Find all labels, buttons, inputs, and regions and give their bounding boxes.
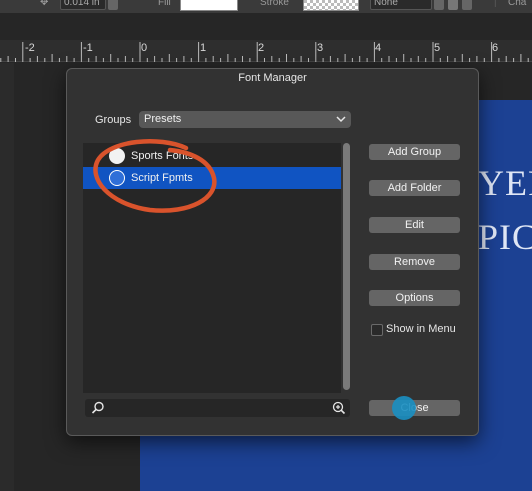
zoom-in-icon[interactable] [332,401,346,415]
pasteboard-edge [0,63,14,491]
stroke-extra-dropdown[interactable] [462,0,472,10]
document-text-line[interactable]: YER [478,162,532,204]
annotation-circle [93,139,217,213]
stroke-width-dropdown[interactable] [108,0,118,10]
dialog-title: Font Manager [238,72,307,84]
stroke-style-field[interactable]: None [370,0,432,10]
list-scrollbar[interactable] [343,143,351,393]
ruler-label: 5 [434,42,441,54]
ruler-label: 0 [141,42,148,54]
font-search-field[interactable] [85,399,350,417]
ruler-label: 6 [492,42,499,54]
properties-bar: ✥ 0.014 in Fill Stroke None | Cha [0,0,532,13]
fill-label: Fill [158,0,171,8]
groups-select[interactable]: Presets [139,111,351,128]
stroke-label: Stroke [260,0,289,8]
chevron-down-icon [336,116,346,123]
fill-swatch[interactable] [180,0,238,11]
options-button[interactable]: Options [369,290,460,306]
stroke-swatch[interactable] [303,0,359,11]
ruler-ticks [0,42,529,62]
stroke-width-field[interactable]: 0.014 in [60,0,106,10]
add-group-button[interactable]: Add Group [369,144,460,160]
ruler-label: 3 [317,42,324,54]
ruler-label: 4 [375,42,382,54]
search-icon [91,401,104,414]
ruler-label: -2 [25,42,35,54]
show-in-menu-label: Show in Menu [386,323,456,335]
toolbar-divider: | [494,0,497,8]
click-indicator [392,396,416,420]
scrollbar-thumb[interactable] [343,143,350,390]
stroke-options-dropdown[interactable] [448,0,458,10]
show-in-menu-checkbox[interactable] [371,324,383,336]
groups-label: Groups [95,114,132,126]
stroke-style-dropdown[interactable] [434,0,444,10]
ruler-label: -1 [83,42,93,54]
move-icon: ✥ [40,0,49,8]
edit-button[interactable]: Edit [369,217,460,233]
groups-select-value: Presets [144,113,182,125]
ruler-label: 2 [258,42,265,54]
add-folder-button[interactable]: Add Folder [369,180,460,196]
font-manager-dialog: Font Manager Groups Presets Sports Fonts… [66,68,479,436]
toolbar-cut-label: Cha [508,0,527,8]
horizontal-ruler[interactable]: -2 -1 0 1 2 3 4 5 6 [0,40,532,62]
remove-button[interactable]: Remove [369,254,460,270]
ruler-label: 1 [200,42,207,54]
document-text-line[interactable]: PIC [478,216,532,258]
